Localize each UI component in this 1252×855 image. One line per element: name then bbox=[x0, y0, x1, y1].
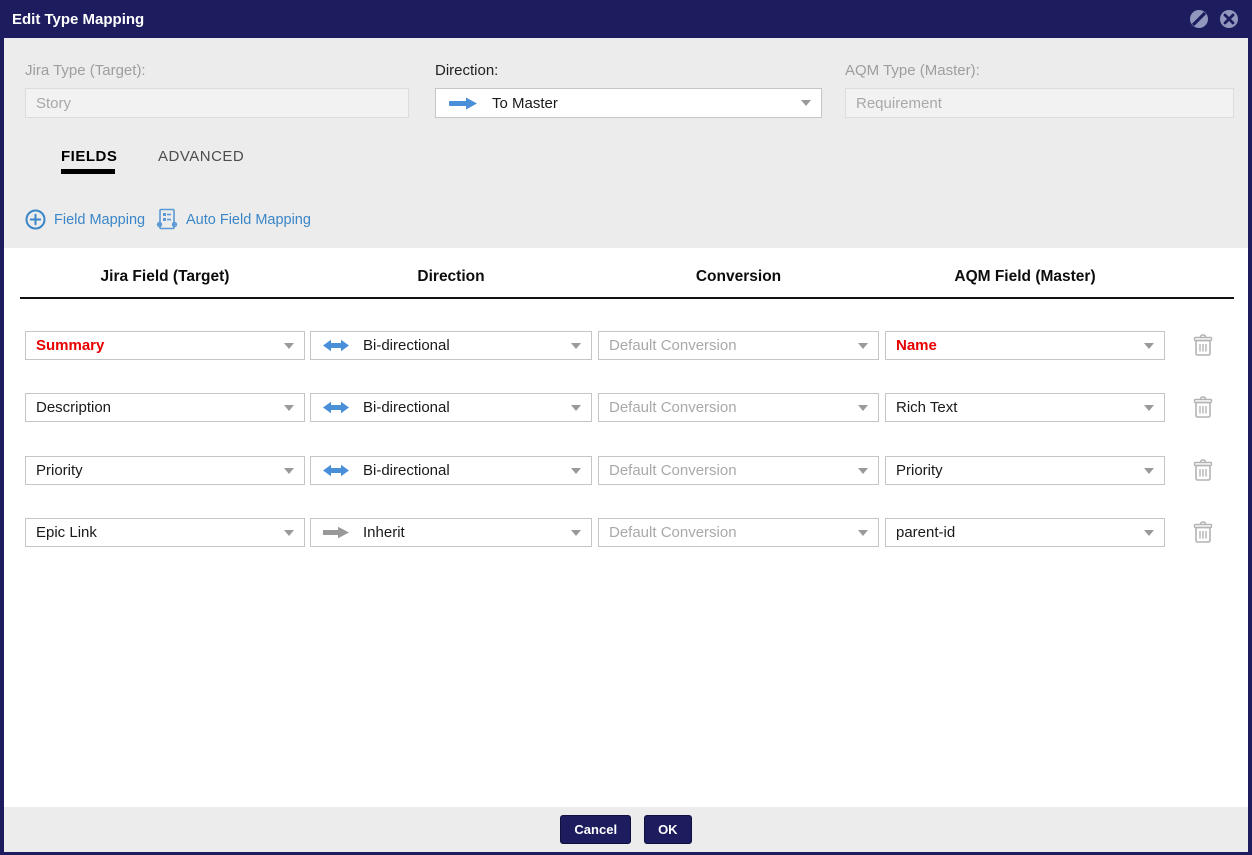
aqm-field-dropdown[interactable]: parent-id bbox=[885, 518, 1165, 547]
delete-row-button[interactable] bbox=[1191, 519, 1215, 545]
field-mapping-button[interactable]: Field Mapping bbox=[25, 209, 145, 230]
conversion-dropdown: Default Conversion bbox=[598, 456, 879, 485]
conversion-value: Default Conversion bbox=[609, 462, 737, 479]
conversion-dropdown: Default Conversion bbox=[598, 331, 879, 360]
ok-button[interactable]: OK bbox=[644, 815, 692, 844]
chevron-down-icon bbox=[1144, 467, 1154, 474]
aqm-type-label: AQM Type (Master): bbox=[845, 62, 980, 79]
direction-value: Bi-directional bbox=[363, 337, 450, 354]
chevron-down-icon bbox=[571, 404, 581, 411]
trash-icon bbox=[1193, 333, 1213, 356]
auto-field-mapping-button[interactable]: Auto Field Mapping bbox=[156, 208, 311, 231]
dialog-title: Edit Type Mapping bbox=[12, 10, 145, 28]
jira-type-label: Jira Type (Target): bbox=[25, 62, 146, 79]
jira-field-dropdown[interactable]: Epic Link bbox=[25, 518, 305, 547]
chevron-down-icon bbox=[858, 342, 868, 349]
dialog-footer: Cancel OK bbox=[4, 807, 1248, 852]
direction-value: Inherit bbox=[363, 524, 405, 541]
table-header-divider bbox=[20, 297, 1234, 299]
tab-advanced[interactable]: ADVANCED bbox=[158, 148, 244, 165]
chevron-down-icon bbox=[284, 529, 294, 536]
dialog-border-right bbox=[1248, 0, 1252, 855]
column-header-aqm-field: AQM Field (Master) bbox=[954, 268, 1096, 285]
to-master-arrow-icon bbox=[448, 97, 478, 110]
conversion-dropdown: Default Conversion bbox=[598, 518, 879, 547]
direction-dropdown-value: To Master bbox=[492, 94, 558, 112]
jira-type-input bbox=[25, 88, 409, 118]
delete-row-button[interactable] bbox=[1191, 332, 1215, 358]
aqm-type-input bbox=[845, 88, 1234, 118]
chevron-down-icon bbox=[1144, 529, 1154, 536]
column-header-conversion: Conversion bbox=[695, 268, 782, 285]
direction-dropdown[interactable]: To Master bbox=[435, 88, 822, 118]
plus-circle-icon bbox=[25, 209, 46, 230]
conversion-value: Default Conversion bbox=[609, 524, 737, 541]
dialog-title-bar: Edit Type Mapping bbox=[0, 0, 1252, 38]
direction-label: Direction: bbox=[435, 62, 499, 79]
jira-field-value: Priority bbox=[36, 462, 83, 479]
type-mapping-form-section: Jira Type (Target): Direction: To Master… bbox=[4, 38, 1248, 248]
aqm-field-value: parent-id bbox=[896, 524, 956, 541]
chevron-down-icon bbox=[858, 467, 868, 474]
inherit-arrow-icon bbox=[323, 526, 349, 539]
field-mapping-table: Jira Field (Target) Direction Conversion… bbox=[4, 248, 1248, 807]
conversion-value: Default Conversion bbox=[609, 399, 737, 416]
direction-dropdown[interactable]: Bi-directional bbox=[310, 456, 592, 485]
conversion-value: Default Conversion bbox=[609, 337, 737, 354]
chevron-down-icon bbox=[801, 100, 811, 106]
edit-type-mapping-dialog: Edit Type Mapping Jira Type (Target): Di… bbox=[0, 0, 1252, 855]
chevron-down-icon bbox=[284, 404, 294, 411]
chevron-down-icon bbox=[571, 467, 581, 474]
jira-field-dropdown[interactable]: Priority bbox=[25, 456, 305, 485]
chevron-down-icon bbox=[284, 467, 294, 474]
direction-value: Bi-directional bbox=[363, 399, 450, 416]
aqm-field-dropdown[interactable]: Rich Text bbox=[885, 393, 1165, 422]
aqm-field-value: Priority bbox=[896, 462, 943, 479]
column-header-jira-field: Jira Field (Target) bbox=[100, 268, 230, 285]
chevron-down-icon bbox=[1144, 404, 1154, 411]
aqm-field-dropdown[interactable]: Priority bbox=[885, 456, 1165, 485]
direction-dropdown[interactable]: Bi-directional bbox=[310, 331, 592, 360]
column-header-direction: Direction bbox=[417, 268, 485, 285]
chevron-down-icon bbox=[284, 342, 294, 349]
cancel-button[interactable]: Cancel bbox=[560, 815, 632, 844]
field-mapping-label: Field Mapping bbox=[54, 211, 146, 228]
delete-row-button[interactable] bbox=[1191, 394, 1215, 420]
tab-fields[interactable]: FIELDS bbox=[61, 148, 117, 165]
auto-mapping-document-icon bbox=[156, 208, 178, 230]
aqm-field-value: Name bbox=[896, 337, 937, 354]
chevron-down-icon bbox=[571, 529, 581, 536]
chevron-down-icon bbox=[858, 529, 868, 536]
chevron-down-icon bbox=[1144, 342, 1154, 349]
delete-row-button[interactable] bbox=[1191, 457, 1215, 483]
conversion-dropdown: Default Conversion bbox=[598, 393, 879, 422]
bidirectional-arrow-icon bbox=[323, 339, 349, 352]
trash-icon bbox=[1193, 520, 1213, 543]
jira-field-dropdown[interactable]: Summary bbox=[25, 331, 305, 360]
close-circle-icon[interactable] bbox=[1218, 8, 1240, 30]
chevron-down-icon bbox=[858, 404, 868, 411]
auto-field-mapping-label: Auto Field Mapping bbox=[186, 211, 311, 228]
jira-field-value: Summary bbox=[36, 337, 105, 354]
disable-circle-icon[interactable] bbox=[1188, 8, 1210, 30]
chevron-down-icon bbox=[571, 342, 581, 349]
trash-icon bbox=[1193, 458, 1213, 481]
direction-value: Bi-directional bbox=[363, 462, 450, 479]
jira-field-value: Description bbox=[36, 399, 112, 416]
aqm-field-dropdown[interactable]: Name bbox=[885, 331, 1165, 360]
direction-dropdown[interactable]: Bi-directional bbox=[310, 393, 592, 422]
active-tab-underline bbox=[61, 169, 115, 174]
direction-dropdown[interactable]: Inherit bbox=[310, 518, 592, 547]
trash-icon bbox=[1193, 395, 1213, 418]
dialog-border-left bbox=[0, 0, 4, 855]
bidirectional-arrow-icon bbox=[323, 464, 349, 477]
jira-field-dropdown[interactable]: Description bbox=[25, 393, 305, 422]
jira-field-value: Epic Link bbox=[36, 524, 97, 541]
bidirectional-arrow-icon bbox=[323, 401, 349, 414]
aqm-field-value: Rich Text bbox=[896, 399, 958, 416]
